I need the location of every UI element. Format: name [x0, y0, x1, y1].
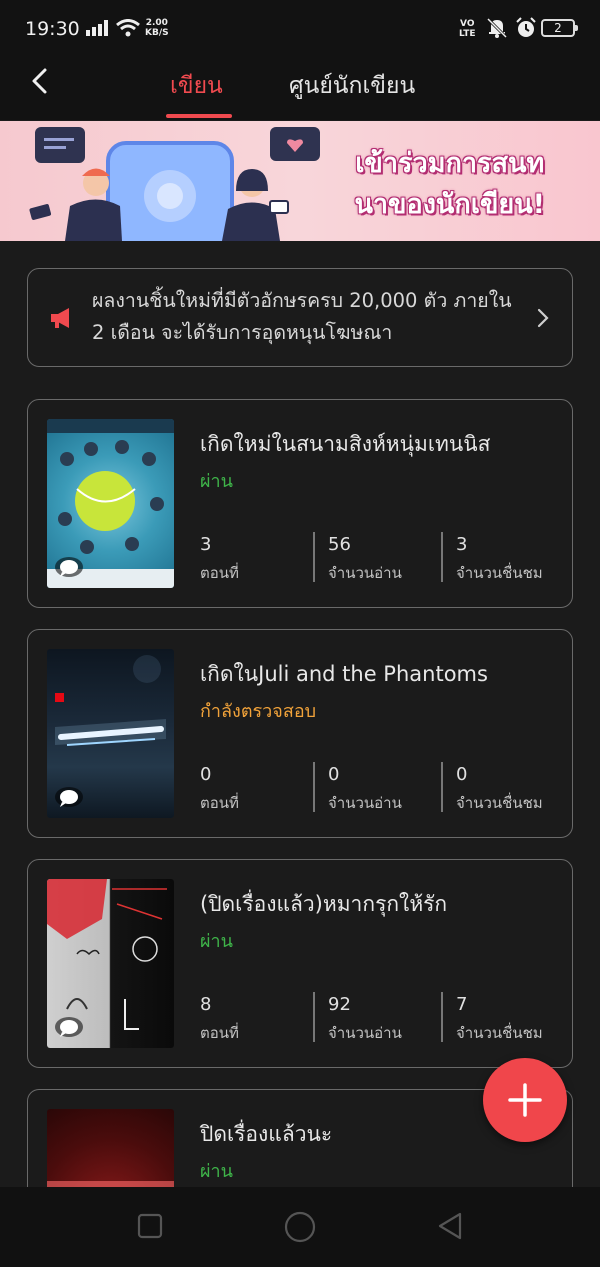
stat-value: 92: [328, 994, 351, 1015]
story-status: ผ่าน: [200, 1161, 233, 1182]
recents-square-icon[interactable]: [137, 1213, 163, 1239]
volte-top: VO: [460, 19, 475, 29]
stat-value: 8: [200, 994, 212, 1015]
notice-text: ผลงานชิ้นใหม่ที่มีตัวอักษรครบ 20,000 ตัว…: [92, 289, 512, 344]
stat-reads: 0 จำนวนอ่าน: [328, 764, 402, 812]
stat-chapters: 0 ตอนที่: [200, 764, 239, 812]
story-cover-image: [47, 649, 174, 818]
stat-chapters: 8 ตอนที่: [200, 994, 239, 1042]
system-nav-bar: [0, 1187, 600, 1267]
banner-text: เข้าร่วมการสนท นาของนักเขียน!: [354, 143, 545, 225]
top-header: เขียน ศูนย์นักเขียน: [0, 58, 600, 120]
wifi-icon: [116, 19, 140, 37]
tab-write[interactable]: เขียน: [170, 68, 223, 104]
stat-label: จำนวนชื่นชม: [456, 794, 543, 812]
stat-label: จำนวนอ่าน: [328, 794, 402, 812]
back-chevron-icon[interactable]: [26, 66, 56, 96]
active-tab-indicator: [166, 114, 232, 118]
story-status: ผ่าน: [200, 931, 233, 952]
bell-off-icon: [486, 17, 508, 39]
story-status: กำลังตรวจสอบ: [200, 701, 317, 722]
stat-divider: [441, 762, 443, 812]
stat-likes: 7 จำนวนชื่นชม: [456, 994, 543, 1042]
stat-label: ตอนที่: [200, 1024, 239, 1042]
network-speed: 2.00 KB/S: [145, 18, 169, 38]
stat-value: 3: [456, 534, 468, 555]
stat-likes: 3 จำนวนชื่นชม: [456, 534, 543, 582]
stat-likes: 0 จำนวนชื่นชม: [456, 764, 543, 812]
stat-value: 0: [328, 764, 340, 785]
community-banner[interactable]: เข้าร่วมการสนท นาของนักเขียน!: [0, 121, 600, 241]
story-card[interactable]: เกิดในJuli and the Phantoms กำลังตรวจสอบ…: [27, 629, 573, 838]
status-time: 19:30: [25, 18, 80, 40]
speed-unit: KB/S: [145, 28, 169, 38]
stat-divider: [313, 992, 315, 1042]
banner-illustration: [29, 127, 320, 241]
stat-label: จำนวนอ่าน: [328, 564, 402, 582]
stat-label: ตอนที่: [200, 564, 239, 582]
stat-reads: 56 จำนวนอ่าน: [328, 534, 402, 582]
story-cover-image: [47, 879, 174, 1048]
stat-divider: [441, 532, 443, 582]
home-circle-icon[interactable]: [284, 1211, 316, 1243]
stat-value: 0: [456, 764, 468, 785]
volte-indicator: VO LTE: [459, 19, 476, 39]
stat-label: จำนวนชื่นชม: [456, 1024, 543, 1042]
story-cover-image: [47, 419, 174, 588]
story-title: ปิดเรื่องแล้วนะ: [200, 1122, 333, 1146]
comment-bubble-icon: [55, 557, 83, 577]
stat-reads: 92 จำนวนอ่าน: [328, 994, 402, 1042]
tab-writer-center[interactable]: ศูนย์นักเขียน: [289, 68, 415, 104]
stat-value: 0: [200, 764, 212, 785]
stat-divider: [313, 762, 315, 812]
notice-card[interactable]: ผลงานชิ้นใหม่ที่มีตัวอักษรครบ 20,000 ตัว…: [27, 268, 573, 367]
story-card[interactable]: (ปิดเรื่องแล้ว)หมากรุกให้รัก ผ่าน 8 ตอนท…: [27, 859, 573, 1068]
stat-label: ตอนที่: [200, 794, 239, 812]
stat-divider: [313, 532, 315, 582]
battery-icon: 2: [541, 19, 578, 37]
add-story-button[interactable]: [483, 1058, 567, 1142]
plus-icon: [508, 1083, 542, 1117]
signal-icon: [86, 20, 108, 36]
volte-bottom: LTE: [459, 29, 476, 39]
stat-value: 3: [200, 534, 212, 555]
stat-value: 56: [328, 534, 351, 555]
comment-bubble-icon: [55, 787, 83, 807]
alarm-icon: [516, 17, 536, 37]
megaphone-icon: [51, 308, 69, 328]
stat-divider: [441, 992, 443, 1042]
story-title: เกิดใหม่ในสนามสิงห์หนุ่มเทนนิส: [200, 432, 491, 456]
speed-value: 2.00: [145, 18, 168, 28]
story-title: (ปิดเรื่องแล้ว)หมากรุกให้รัก: [200, 892, 448, 916]
stat-chapters: 3 ตอนที่: [200, 534, 239, 582]
story-title: เกิดในJuli and the Phantoms: [200, 662, 488, 686]
chevron-right-icon: [537, 308, 549, 328]
comment-bubble-icon: [55, 1017, 83, 1037]
stat-value: 7: [456, 994, 468, 1015]
banner-line-1: เข้าร่วมการสนท: [355, 148, 545, 179]
stat-label: จำนวนอ่าน: [328, 1024, 402, 1042]
status-bar: 19:30 2.00 KB/S VO LTE 2: [0, 0, 600, 58]
story-card[interactable]: เกิดใหม่ในสนามสิงห์หนุ่มเทนนิส ผ่าน 3 ตอ…: [27, 399, 573, 608]
banner-line-2: นาของนักเขียน!: [354, 189, 545, 220]
story-status: ผ่าน: [200, 471, 233, 492]
back-triangle-icon[interactable]: [436, 1211, 464, 1241]
stat-label: จำนวนชื่นชม: [456, 564, 543, 582]
